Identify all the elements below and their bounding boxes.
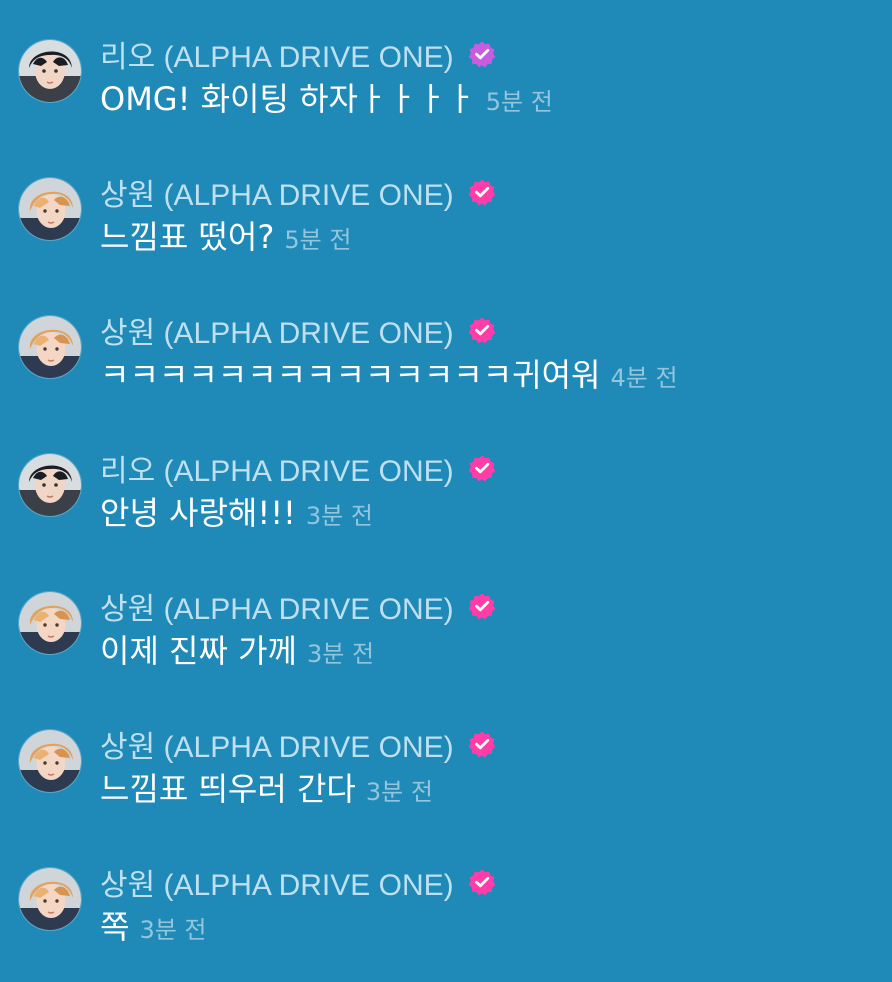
chat-message-list: 리오 (ALPHA DRIVE ONE) OMG! 화이팅 하자ㅏㅏㅏㅏ 5분 …	[0, 0, 892, 969]
author-name[interactable]: 상원 (ALPHA DRIVE ONE)	[100, 308, 454, 352]
chat-message: 리오 (ALPHA DRIVE ONE) OMG! 화이팅 하자ㅏㅏㅏㅏ 5분 …	[0, 34, 892, 154]
verified-badge-icon	[468, 454, 496, 482]
author-name[interactable]: 리오 (ALPHA DRIVE ONE)	[100, 32, 454, 76]
message-row: 이제 진짜 가께 3분 전	[100, 628, 374, 674]
author-row: 상원 (ALPHA DRIVE ONE)	[100, 724, 496, 764]
message-row: ㅋㅋㅋㅋㅋㅋㅋㅋㅋㅋㅋㅋㅋㅋ귀여워 4분 전	[100, 352, 678, 398]
message-row: 안녕 사랑해!!! 3분 전	[100, 490, 373, 536]
avatar-sangwon[interactable]	[19, 868, 81, 930]
chat-message: 상원 (ALPHA DRIVE ONE) 느낌표 띄우러 간다 3분 전	[0, 724, 892, 844]
avatar-rio[interactable]	[19, 40, 81, 102]
message-time: 4분 전	[610, 364, 678, 392]
message-text: 이제 진짜 가께	[100, 632, 297, 670]
message-row: 느낌표 띄우러 간다 3분 전	[100, 766, 433, 812]
chat-message: 상원 (ALPHA DRIVE ONE) ㅋㅋㅋㅋㅋㅋㅋㅋㅋㅋㅋㅋㅋㅋ귀여워 4…	[0, 310, 892, 430]
message-row: 느낌표 떴어? 5분 전	[100, 214, 351, 260]
author-name[interactable]: 리오 (ALPHA DRIVE ONE)	[100, 446, 454, 490]
verified-badge-icon	[468, 868, 496, 896]
chat-message: 상원 (ALPHA DRIVE ONE) 쪽 3분 전	[0, 862, 892, 982]
author-row: 리오 (ALPHA DRIVE ONE)	[100, 448, 496, 488]
message-time: 3분 전	[306, 640, 375, 668]
verified-badge-icon	[468, 730, 496, 758]
author-row: 상원 (ALPHA DRIVE ONE)	[100, 172, 496, 212]
avatar-sangwon[interactable]	[19, 178, 81, 240]
message-text: 느낌표 띄우러 간다	[100, 770, 356, 808]
author-row: 상원 (ALPHA DRIVE ONE)	[100, 586, 496, 626]
chat-message: 상원 (ALPHA DRIVE ONE) 느낌표 떴어? 5분 전	[0, 172, 892, 292]
author-name[interactable]: 상원 (ALPHA DRIVE ONE)	[100, 722, 454, 766]
message-time: 3분 전	[305, 502, 373, 530]
avatar-rio[interactable]	[19, 454, 81, 516]
avatar-sangwon[interactable]	[19, 730, 81, 792]
message-row: OMG! 화이팅 하자ㅏㅏㅏㅏ 5분 전	[100, 76, 553, 122]
avatar-sangwon[interactable]	[19, 316, 81, 378]
message-time: 3분 전	[139, 916, 207, 944]
message-row: 쪽 3분 전	[100, 904, 207, 950]
message-time: 3분 전	[365, 778, 433, 806]
chat-message: 리오 (ALPHA DRIVE ONE) 안녕 사랑해!!! 3분 전	[0, 448, 892, 568]
message-text: 느낌표 떴어?	[100, 218, 275, 256]
verified-badge-icon	[468, 592, 496, 620]
message-time: 5분 전	[485, 88, 553, 116]
author-row: 상원 (ALPHA DRIVE ONE)	[100, 310, 496, 350]
author-name[interactable]: 상원 (ALPHA DRIVE ONE)	[100, 860, 454, 904]
author-name[interactable]: 상원 (ALPHA DRIVE ONE)	[100, 170, 454, 214]
message-time: 5분 전	[284, 226, 352, 254]
avatar-sangwon[interactable]	[19, 592, 81, 654]
author-row: 리오 (ALPHA DRIVE ONE)	[100, 34, 496, 74]
verified-badge-icon	[468, 40, 496, 68]
verified-badge-icon	[468, 316, 496, 344]
message-text: OMG! 화이팅 하자ㅏㅏㅏㅏ	[100, 80, 476, 118]
author-row: 상원 (ALPHA DRIVE ONE)	[100, 862, 496, 902]
verified-badge-icon	[468, 178, 496, 206]
message-text: 쪽	[100, 908, 130, 946]
chat-message: 상원 (ALPHA DRIVE ONE) 이제 진짜 가께 3분 전	[0, 586, 892, 706]
message-text: 안녕 사랑해!!!	[100, 494, 296, 532]
message-text: ㅋㅋㅋㅋㅋㅋㅋㅋㅋㅋㅋㅋㅋㅋ귀여워	[100, 356, 601, 394]
author-name[interactable]: 상원 (ALPHA DRIVE ONE)	[100, 584, 454, 628]
